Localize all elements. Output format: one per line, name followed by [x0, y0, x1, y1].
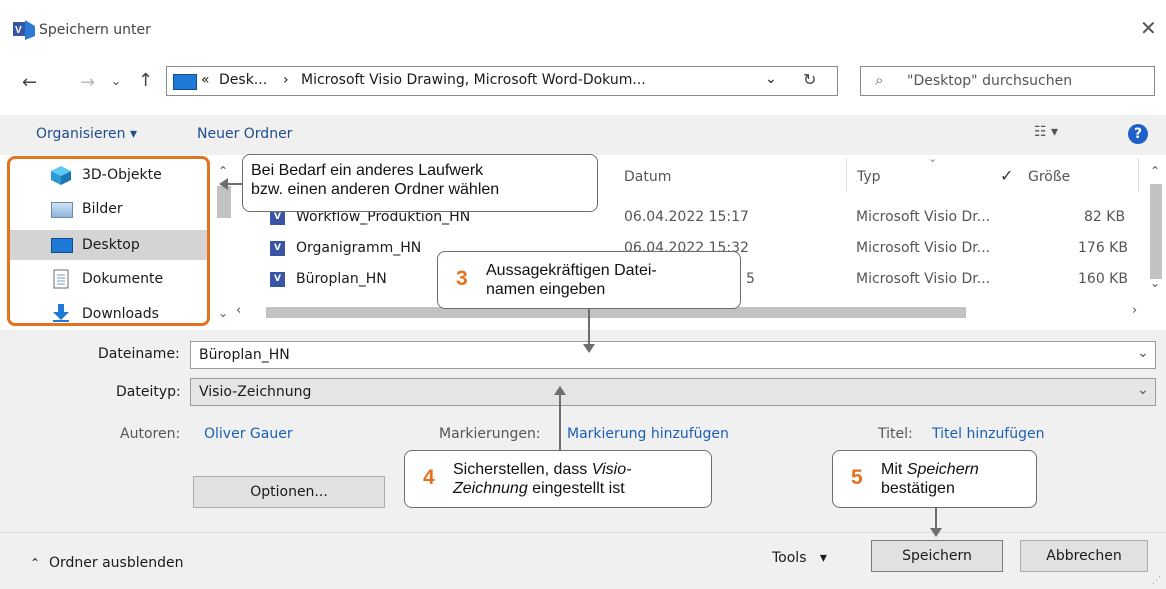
- filetype-select[interactable]: Visio-Zeichnung ⌄: [190, 378, 1156, 406]
- filename-label: Dateiname:: [98, 346, 180, 362]
- visio-file-icon: V: [270, 272, 285, 287]
- filetype-label: Dateityp:: [116, 384, 181, 400]
- breadcrumb-overflow[interactable]: «: [201, 72, 210, 88]
- authors-value[interactable]: Oliver Gauer: [204, 426, 293, 442]
- callout-4-connector: [559, 394, 561, 450]
- file-type: Microsoft Visio Dr...: [856, 271, 991, 287]
- scroll-up-icon[interactable]: ⌃: [218, 164, 228, 178]
- callout-5-line1: Mit Speichern: [881, 461, 979, 478]
- new-folder-button[interactable]: Neuer Ordner: [197, 126, 292, 142]
- scroll-right-icon[interactable]: ›: [1132, 303, 1137, 318]
- toolbar: Organisieren ▾ Neuer Ordner ☷ ▾ ?: [0, 115, 1166, 155]
- column-divider: [1138, 158, 1139, 192]
- file-type: Microsoft Visio Dr...: [856, 209, 991, 225]
- callout-5: 5 Mit Speichern bestätigen: [832, 450, 1037, 508]
- file-list-vscroll[interactable]: ⌃ ⌄: [1146, 160, 1166, 300]
- breadcrumb-desktop[interactable]: Desk...: [219, 72, 267, 88]
- scroll-up-icon[interactable]: ⌃: [1150, 164, 1160, 178]
- callout-5-line2: bestätigen: [881, 480, 955, 497]
- address-dropdown-icon[interactable]: ⌄: [765, 71, 777, 87]
- callout-3-line1: Aussagekräftigen Datei-: [486, 262, 657, 279]
- scroll-thumb[interactable]: [1150, 184, 1162, 279]
- callout-1-arrowhead: [219, 178, 228, 190]
- column-divider: [846, 158, 847, 192]
- file-date: 06.04.2022 15:17: [624, 209, 749, 225]
- view-options-icon[interactable]: ☷ ▾: [1034, 124, 1058, 140]
- up-icon[interactable]: ↑: [138, 70, 153, 91]
- file-size: 176 KB: [1078, 240, 1128, 256]
- save-button[interactable]: Speichern: [871, 540, 1003, 572]
- svg-text:V: V: [15, 25, 22, 36]
- column-header-type[interactable]: Typ: [857, 169, 881, 185]
- title-label: Titel:: [878, 426, 913, 442]
- title-bar: V Speichern unter ✕: [0, 0, 1166, 58]
- column-check-icon: ✓: [1000, 166, 1014, 185]
- authors-label: Autoren:: [120, 426, 181, 442]
- visio-file-icon: V: [270, 241, 285, 256]
- callout-3-line2: namen eingeben: [486, 281, 606, 298]
- file-name: Büroplan_HN: [296, 271, 387, 287]
- callout-4-line2: Zeichnung eingestellt ist: [453, 480, 625, 497]
- help-icon[interactable]: ?: [1128, 124, 1148, 144]
- scroll-down-icon[interactable]: ⌄: [1150, 276, 1160, 290]
- callout-1-line2: bzw. einen anderen Ordner wählen: [251, 181, 500, 198]
- tools-button[interactable]: Tools ▾: [772, 550, 827, 566]
- footer-divider: [0, 532, 1166, 533]
- callout-5-connector: [935, 508, 937, 530]
- scroll-thumb[interactable]: [217, 186, 231, 218]
- callout-1-line1: Bei Bedarf ein anderes Laufwerk: [251, 162, 484, 179]
- nav-highlight-frame: [7, 156, 210, 326]
- breadcrumb-folder[interactable]: Microsoft Visio Drawing, Microsoft Word-…: [301, 72, 646, 88]
- window-title: Speichern unter: [39, 22, 151, 38]
- tags-label: Markierungen:: [439, 426, 541, 442]
- sort-indicator-icon: ⌄: [928, 152, 938, 165]
- column-header-date[interactable]: Datum: [624, 169, 671, 185]
- scroll-left-icon[interactable]: ‹: [236, 303, 241, 318]
- callout-5-number: 5: [851, 466, 863, 489]
- refresh-icon[interactable]: ↻: [803, 70, 816, 89]
- breadcrumb-separator: ›: [283, 72, 289, 88]
- callout-4-line1: Sicherstellen, dass Visio-: [453, 461, 632, 478]
- callout-3-arrowhead: [583, 344, 595, 353]
- file-type: Microsoft Visio Dr...: [856, 240, 991, 256]
- organize-button[interactable]: Organisieren ▾: [36, 126, 137, 142]
- filename-value: Büroplan_HN: [199, 347, 290, 363]
- options-button[interactable]: Optionen...: [193, 476, 385, 508]
- callout-3: 3 Aussagekräftigen Datei- namen eingeben: [437, 251, 741, 309]
- callout-4-number: 4: [423, 466, 435, 489]
- callout-1: Bei Bedarf ein anderes Laufwerk bzw. ein…: [242, 154, 598, 212]
- file-size: 160 KB: [1078, 271, 1128, 287]
- back-icon[interactable]: ←: [22, 72, 37, 93]
- file-name: Organigramm_HN: [296, 240, 422, 256]
- search-icon: ⌕: [875, 71, 884, 89]
- filename-input[interactable]: Büroplan_HN ⌄: [190, 341, 1156, 369]
- column-header-size[interactable]: Größe: [1028, 169, 1070, 185]
- filename-dropdown-icon[interactable]: ⌄: [1137, 345, 1149, 361]
- filetype-dropdown-icon[interactable]: ⌄: [1137, 382, 1149, 398]
- desktop-folder-icon: [173, 74, 197, 90]
- chevron-up-icon: ⌃: [30, 556, 41, 570]
- file-date: 5: [746, 271, 755, 287]
- hide-folders-button[interactable]: ⌃ Ordner ausblenden: [30, 555, 183, 571]
- tags-value[interactable]: Markierung hinzufügen: [567, 426, 729, 442]
- forward-icon[interactable]: →: [80, 72, 95, 93]
- visio-file-icon: V: [270, 210, 285, 225]
- callout-3-connector: [588, 309, 590, 345]
- title-value[interactable]: Titel hinzufügen: [932, 426, 1045, 442]
- visio-app-icon: V: [13, 20, 35, 40]
- file-size: 82 KB: [1084, 209, 1126, 225]
- callout-4: 4 Sicherstellen, dass Visio- Zeichnung e…: [404, 450, 712, 508]
- search-placeholder: "Desktop" durchsuchen: [907, 73, 1073, 89]
- close-icon[interactable]: ✕: [1140, 16, 1157, 40]
- recent-chevron-icon[interactable]: ⌄: [111, 74, 121, 88]
- address-bar[interactable]: « Desk... › Microsoft Visio Drawing, Mic…: [166, 66, 838, 96]
- scroll-down-icon[interactable]: ⌄: [218, 306, 228, 320]
- callout-3-number: 3: [456, 267, 468, 290]
- resize-grip-icon[interactable]: ⋰: [1152, 576, 1161, 586]
- search-box[interactable]: ⌕ "Desktop" durchsuchen: [860, 66, 1155, 96]
- filetype-value: Visio-Zeichnung: [199, 384, 312, 400]
- cancel-button[interactable]: Abbrechen: [1020, 540, 1148, 572]
- callout-5-arrowhead: [930, 528, 942, 537]
